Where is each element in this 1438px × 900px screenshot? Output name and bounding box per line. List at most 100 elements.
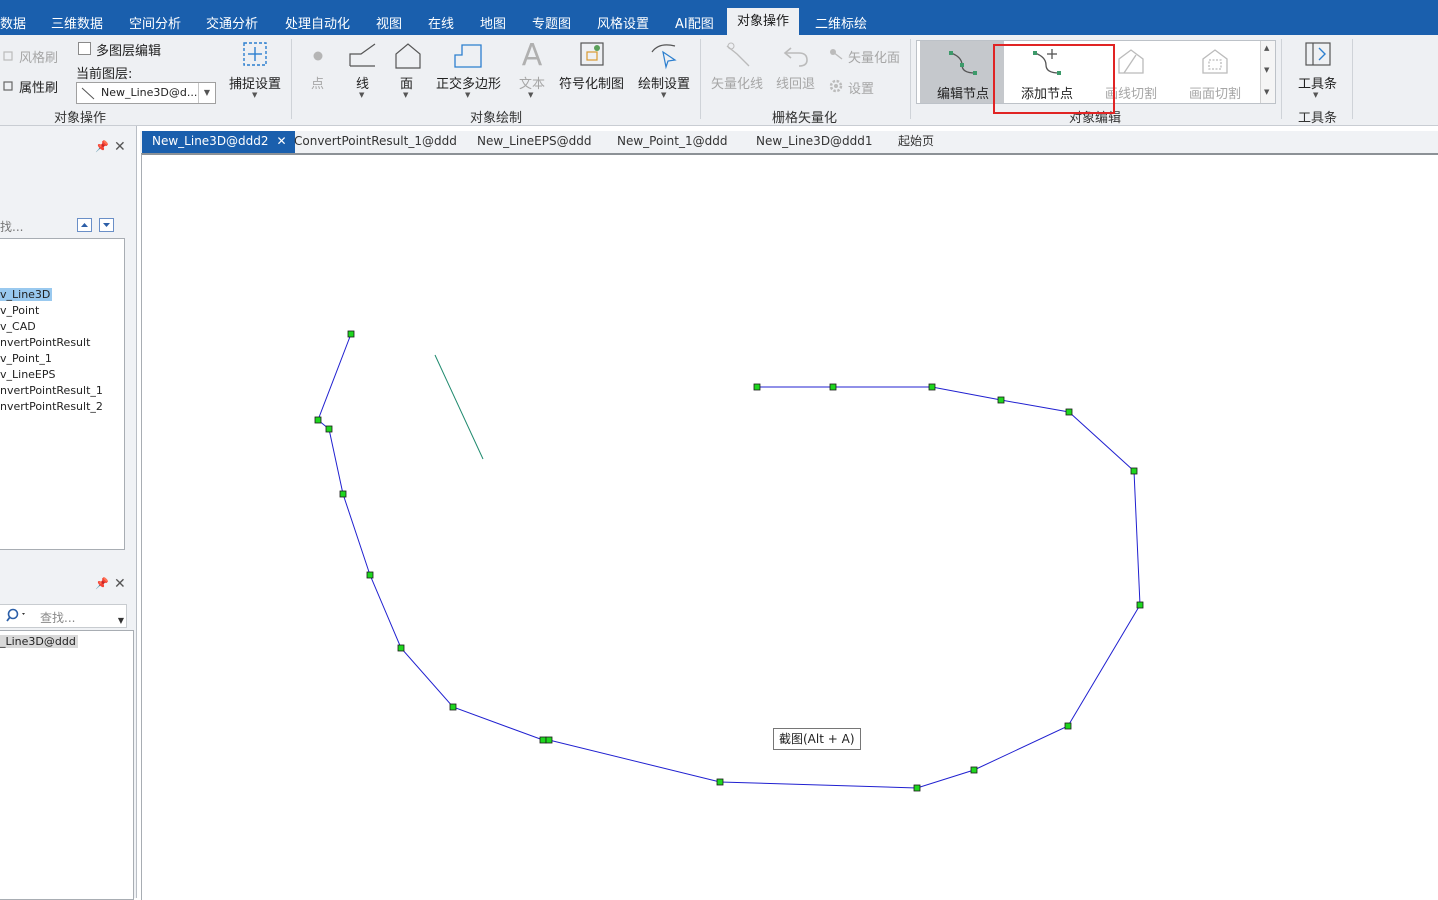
draw-polygon-button[interactable]: 面 xyxy=(400,73,413,92)
draw-settings-dropdown-icon[interactable]: ▼ xyxy=(661,91,666,99)
layer-item[interactable]: v_LineEPS xyxy=(0,368,56,381)
move-up-button[interactable] xyxy=(77,218,92,232)
edit-node-button[interactable]: 编辑节点 xyxy=(920,41,1004,103)
line-node[interactable] xyxy=(449,703,457,711)
menu-thematic[interactable]: 专题图 xyxy=(532,13,571,32)
line-node[interactable] xyxy=(339,490,347,498)
line-node[interactable] xyxy=(347,330,355,338)
multi-layer-checkbox[interactable] xyxy=(78,42,91,55)
line-node[interactable] xyxy=(366,571,374,579)
chevron-down-icon[interactable]: ▼ xyxy=(118,616,124,625)
draw-point-button[interactable]: 点 xyxy=(311,73,324,92)
line-node[interactable] xyxy=(1130,467,1138,475)
teal-line-feature[interactable] xyxy=(434,354,484,460)
line-node[interactable] xyxy=(325,425,333,433)
symbol-draw-button[interactable]: 符号化制图 xyxy=(559,73,624,92)
draw-ortho-polygon-button[interactable]: 正交多边形 xyxy=(436,73,501,92)
vectorize-line-button[interactable]: 矢量化线 xyxy=(711,73,763,92)
menu-traffic-analysis[interactable]: 交通分析 xyxy=(206,13,258,32)
draw-settings-button[interactable]: 绘制设置 xyxy=(638,73,690,92)
attr-brush-button[interactable]: 属性刷 xyxy=(19,77,58,96)
map-drawing[interactable] xyxy=(142,155,1438,900)
line-node[interactable] xyxy=(545,736,553,744)
text-dropdown-icon[interactable]: ▼ xyxy=(528,91,533,99)
line-node[interactable] xyxy=(397,644,405,652)
menu-ai-mapping[interactable]: AI配图 xyxy=(675,13,714,32)
polygon-draw-icon xyxy=(393,42,423,73)
menu-object-operations[interactable]: 对象操作 xyxy=(727,8,800,35)
menu-map[interactable]: 地图 xyxy=(480,13,506,32)
map-canvas[interactable] xyxy=(141,153,1438,900)
line-features[interactable] xyxy=(317,333,1141,789)
vectorize-polygon-button[interactable]: 矢量化面 xyxy=(848,47,900,66)
line-node[interactable] xyxy=(539,736,547,744)
polygon-dropdown-icon[interactable]: ▼ xyxy=(403,91,408,99)
line-node[interactable] xyxy=(928,383,936,391)
menu-spatial-analysis[interactable]: 空间分析 xyxy=(129,13,181,32)
snap-dropdown-icon[interactable]: ▼ xyxy=(252,91,257,99)
line-node[interactable] xyxy=(1136,601,1144,609)
layer-item[interactable]: nvertPointResult_2 xyxy=(0,400,103,413)
layer-item[interactable]: nvertPointResult xyxy=(0,336,90,349)
pin-icon[interactable]: 📌 xyxy=(95,140,109,153)
gallery-scrollbar[interactable]: ▲ ▼ ▼ xyxy=(1260,41,1275,103)
list-item[interactable]: _Line3D@ddd xyxy=(0,635,78,648)
menu-style[interactable]: 风格设置 xyxy=(597,13,649,32)
expand-icon[interactable]: ▼ xyxy=(1264,88,1269,96)
tab-convert-point-result-1[interactable]: ConvertPointResult_1@ddd xyxy=(294,131,457,153)
close-icon[interactable]: ✕ xyxy=(114,139,126,155)
raster-settings-button[interactable]: 设置 xyxy=(848,78,874,97)
line-feature[interactable] xyxy=(317,333,1141,789)
line-undo-button[interactable]: 线回退 xyxy=(776,73,815,92)
layer-item[interactable]: nvertPointResult_1 xyxy=(0,384,103,397)
menu-plotting[interactable]: 二维标绘 xyxy=(815,13,867,32)
line-node[interactable] xyxy=(1064,722,1072,730)
line-node[interactable] xyxy=(716,778,724,786)
group-label-object-ops: 对象操作 xyxy=(54,111,107,126)
layer-item[interactable]: v_Point_1 xyxy=(0,352,52,365)
draw-line-button[interactable]: 线 xyxy=(356,73,369,92)
move-down-button[interactable] xyxy=(99,218,114,232)
tab-new-point-1[interactable]: New_Point_1@ddd xyxy=(617,131,727,153)
close-icon[interactable]: ✕ xyxy=(114,576,126,592)
line-dropdown-icon[interactable]: ▼ xyxy=(359,91,364,99)
node-marks[interactable] xyxy=(314,330,1144,792)
chevron-down-icon[interactable]: ▼ xyxy=(1264,66,1269,74)
line-node[interactable] xyxy=(997,396,1005,404)
toolbar-dropdown-icon[interactable]: ▼ xyxy=(1313,91,1318,99)
cut-by-polygon-button[interactable]: 画面切割 xyxy=(1172,41,1256,103)
tab-new-line-eps[interactable]: New_LineEPS@ddd xyxy=(477,131,591,153)
snap-settings-button[interactable]: 捕捉设置 xyxy=(229,73,281,92)
line-node[interactable] xyxy=(1065,408,1073,416)
layer-item[interactable]: v_Line3D xyxy=(0,288,53,301)
tab-new-line3d-ddd1[interactable]: New_Line3D@ddd1 xyxy=(756,131,873,153)
layer-item[interactable]: v_CAD xyxy=(0,320,36,333)
menu-online[interactable]: 在线 xyxy=(428,13,454,32)
toolbar-button[interactable]: 工具条 xyxy=(1298,73,1337,92)
menu-automation[interactable]: 处理自动化 xyxy=(285,13,350,32)
tab-new-line3d-ddd2[interactable]: New_Line3D@ddd2 ✕ xyxy=(142,131,295,153)
ortho-dropdown-icon[interactable]: ▼ xyxy=(465,91,470,99)
chevron-down-icon[interactable]: ▼ xyxy=(198,83,215,103)
layer-item[interactable]: v_Point xyxy=(0,304,39,317)
line-node[interactable] xyxy=(970,766,978,774)
menu-3d-data[interactable]: 三维数据 xyxy=(51,13,103,32)
line-node[interactable] xyxy=(913,784,921,792)
pin-icon[interactable]: 📌 xyxy=(95,577,109,590)
layer-search-input[interactable]: 找... xyxy=(0,218,23,235)
lower-search-input[interactable]: 查找... xyxy=(40,609,75,626)
menu-data[interactable]: 数据 xyxy=(0,13,26,32)
chevron-up-icon[interactable]: ▲ xyxy=(1264,44,1269,52)
line-node[interactable] xyxy=(314,416,322,424)
cut-by-line-icon xyxy=(1116,47,1146,80)
close-icon[interactable]: ✕ xyxy=(276,131,286,152)
style-brush-button[interactable]: 风格刷 xyxy=(19,47,58,66)
line-node[interactable] xyxy=(753,383,761,391)
edit-node-icon xyxy=(948,47,978,80)
tab-start-page[interactable]: 起始页 xyxy=(898,131,934,153)
line-node[interactable] xyxy=(829,383,837,391)
menu-view[interactable]: 视图 xyxy=(376,13,402,32)
draw-text-button[interactable]: 文本 xyxy=(519,73,545,92)
current-layer-select[interactable]: New_Line3D@d... ▼ xyxy=(76,82,216,104)
search-icon[interactable] xyxy=(6,607,28,626)
